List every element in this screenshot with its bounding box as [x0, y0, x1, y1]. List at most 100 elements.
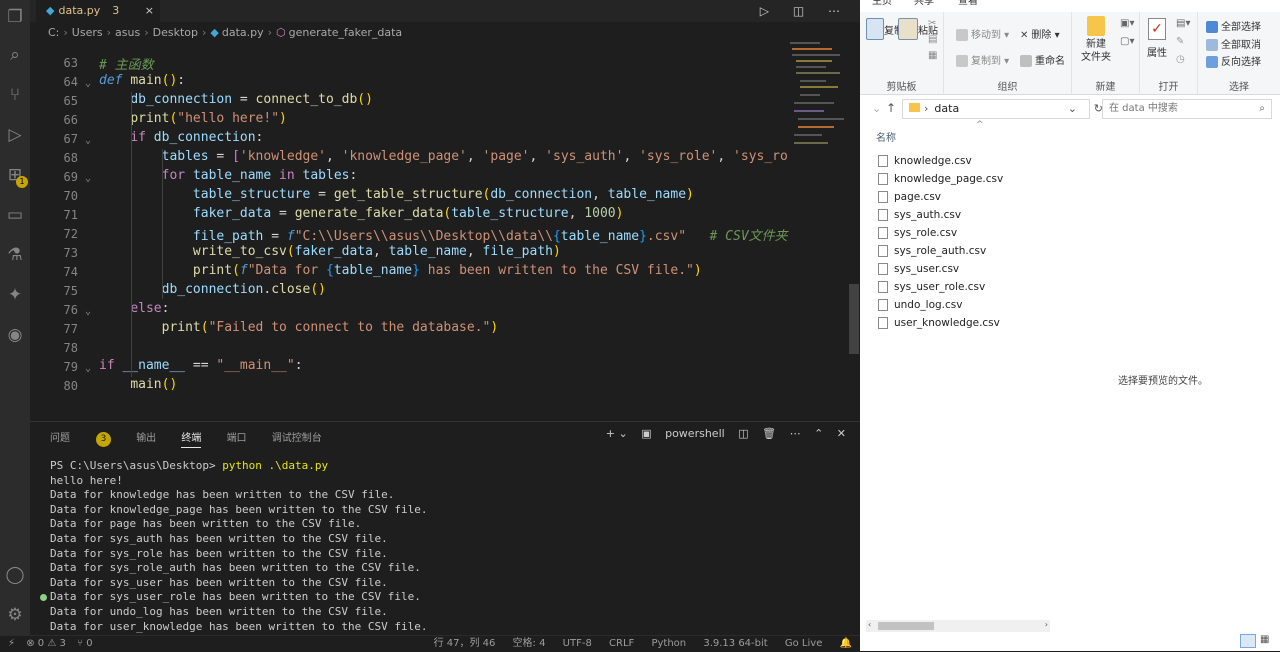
address-dropdown-icon[interactable]: ⌄: [1068, 100, 1077, 118]
list-item[interactable]: user_knowledge.csv: [878, 314, 1003, 332]
paste-shortcut-icon[interactable]: ▦: [928, 50, 937, 61]
settings-gear-icon[interactable]: ⚙: [4, 604, 26, 626]
breadcrumb-user[interactable]: asus: [115, 26, 140, 39]
account-icon[interactable]: ◯: [4, 564, 26, 586]
up-arrow-icon[interactable]: ↑: [886, 101, 896, 115]
ribbon-tab-share[interactable]: 共享: [914, 0, 934, 7]
copy-to-button[interactable]: 复制到 ▾: [956, 52, 1009, 67]
list-item[interactable]: sys_role_auth.csv: [878, 242, 1003, 260]
easy-access-icon[interactable]: ▢▾: [1120, 36, 1134, 47]
large-icons-view-icon[interactable]: ▦: [1260, 634, 1274, 648]
fold-chevron-icon[interactable]: ⌄: [85, 173, 91, 184]
status-cursor-position[interactable]: 行 47，列 46: [434, 638, 496, 649]
properties-button[interactable]: ✓ 属性: [1144, 18, 1170, 59]
extension-view-icon[interactable]: ✦: [4, 284, 26, 306]
remote-icon[interactable]: ⚡: [8, 638, 15, 649]
select-all-button[interactable]: 全部选择: [1206, 18, 1261, 33]
rename-button[interactable]: 重命名: [1020, 52, 1065, 67]
notifications-bell-icon[interactable]: 🔔: [840, 638, 852, 649]
scroll-left-icon[interactable]: ‹: [868, 620, 871, 629]
move-to-button[interactable]: 移动到 ▾: [956, 26, 1009, 41]
status-problems[interactable]: ⊗ 0 ⚠ 3: [26, 638, 66, 649]
add-terminal-icon[interactable]: + ⌄: [606, 427, 628, 440]
more-actions-icon[interactable]: ⋯: [790, 427, 801, 440]
sort-arrow-icon: ^: [976, 120, 984, 130]
edit-icon[interactable]: ✎: [1176, 36, 1184, 47]
breadcrumb-desktop[interactable]: Desktop: [153, 26, 198, 39]
select-none-button[interactable]: 全部取消: [1206, 36, 1261, 51]
breadcrumb-users[interactable]: Users: [72, 26, 103, 39]
terminal-command: python .\data.py: [222, 459, 329, 472]
address-bar[interactable]: › data ⌄ ↻: [902, 99, 1103, 119]
status-eol[interactable]: CRLF: [609, 638, 634, 649]
breadcrumb-symbol[interactable]: generate_faker_data: [289, 26, 403, 39]
breadcrumb-file[interactable]: data.py: [222, 26, 264, 39]
ribbon-tab-view[interactable]: 查看: [958, 0, 978, 7]
list-item[interactable]: sys_auth.csv: [878, 206, 1003, 224]
minimap[interactable]: [790, 40, 850, 160]
extensions-icon[interactable]: ⊞ 1: [4, 164, 28, 188]
json-icon[interactable]: ◉: [4, 324, 26, 346]
tab-output[interactable]: 输出: [136, 433, 156, 444]
list-item[interactable]: undo_log.csv: [878, 296, 1003, 314]
invert-selection-button[interactable]: 反向选择: [1206, 53, 1261, 68]
tab-terminal[interactable]: 终端: [181, 433, 202, 448]
explorer-icon[interactable]: ❐: [4, 6, 26, 28]
source-control-icon[interactable]: ⑂: [4, 84, 26, 106]
tab-debug-console[interactable]: 调试控制台: [272, 433, 322, 444]
split-terminal-icon[interactable]: ◫: [738, 427, 748, 440]
new-item-icon[interactable]: ▣▾: [1120, 18, 1134, 29]
new-folder-button[interactable]: 新建 文件夹: [1078, 16, 1114, 64]
list-item[interactable]: knowledge_page.csv: [878, 170, 1003, 188]
kill-terminal-icon[interactable]: 🗑: [762, 427, 776, 440]
list-item[interactable]: sys_role.csv: [878, 224, 1003, 242]
run-debug-icon[interactable]: ▷: [4, 124, 26, 146]
code-line: print("Failed to connect to the database…: [161, 320, 499, 335]
fold-chevron-icon[interactable]: ⌄: [85, 363, 91, 374]
history-icon[interactable]: ◷: [1176, 54, 1185, 65]
line-number: 68: [63, 151, 78, 165]
tab-ports[interactable]: 端口: [227, 433, 247, 444]
horizontal-scrollbar[interactable]: ‹ ›: [866, 620, 1050, 632]
editor-actions[interactable]: ▷ ◫ ⋯: [760, 0, 850, 22]
delete-button[interactable]: ✕ 删除 ▾: [1020, 26, 1060, 41]
tab-data-py[interactable]: ◆ data.py 3 ×: [36, 0, 160, 22]
tab-problems[interactable]: 问题 3: [50, 432, 111, 447]
close-tab-icon[interactable]: ×: [145, 0, 154, 22]
list-item[interactable]: page.csv: [878, 188, 1003, 206]
paste-button[interactable]: 粘贴: [898, 18, 938, 44]
scrollbar-thumb[interactable]: [878, 622, 934, 630]
fold-chevron-icon[interactable]: ⌄: [85, 78, 91, 89]
search-input[interactable]: 在 data 中搜索 ⌕: [1102, 99, 1272, 119]
fold-chevron-icon[interactable]: ⌄: [85, 306, 91, 317]
back-chevron-icon[interactable]: ⌄: [872, 102, 881, 115]
editor-scrollbar[interactable]: [849, 284, 859, 354]
status-language[interactable]: Python: [651, 638, 686, 649]
list-item[interactable]: sys_user.csv: [878, 260, 1003, 278]
fold-chevron-icon[interactable]: ⌄: [85, 135, 91, 146]
open-icon[interactable]: ▤▾: [1176, 18, 1190, 29]
list-item[interactable]: knowledge.csv: [878, 152, 1003, 170]
status-interpreter[interactable]: 3.9.13 64-bit: [703, 638, 767, 649]
close-panel-icon[interactable]: ✕: [837, 427, 846, 440]
search-icon[interactable]: ⌕: [4, 44, 26, 66]
details-view-icon[interactable]: [1240, 634, 1256, 648]
copy-path-icon[interactable]: ▤: [928, 34, 937, 45]
copy-button[interactable]: 复制: [866, 18, 904, 44]
column-header-name[interactable]: 名称: [876, 129, 896, 144]
code-editor[interactable]: 63 # 主函数 ⌄ 64 def main(): 65 db_connecti…: [30, 42, 790, 422]
cut-icon[interactable]: ✂: [928, 18, 936, 29]
ribbon-tab-home[interactable]: 主页: [872, 0, 892, 7]
status-indentation[interactable]: 空格: 4: [513, 638, 546, 649]
scroll-right-icon[interactable]: ›: [1045, 620, 1048, 629]
status-encoding[interactable]: UTF-8: [563, 638, 592, 649]
testing-icon[interactable]: ⚗: [4, 244, 26, 266]
terminal-output[interactable]: PS C:\Users\asus\Desktop> python .\data.…: [50, 459, 428, 634]
status-ports[interactable]: ⑂ 0: [77, 638, 93, 649]
maximize-panel-icon[interactable]: ⌃: [814, 427, 823, 440]
remote-explorer-icon[interactable]: ▭: [4, 204, 26, 226]
breadcrumb-drive[interactable]: C:: [48, 26, 59, 39]
terminal-shell-icon[interactable]: ▣ powershell: [641, 427, 724, 440]
list-item[interactable]: sys_user_role.csv: [878, 278, 1003, 296]
status-golive[interactable]: Go Live: [785, 638, 822, 649]
